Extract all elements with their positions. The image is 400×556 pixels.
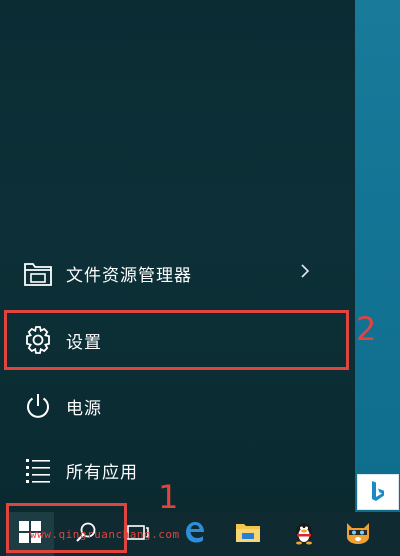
taskbar-file-explorer-button[interactable]: [224, 512, 272, 556]
qq-penguin-icon: [292, 519, 316, 549]
start-item-power-label: 电源: [66, 398, 102, 419]
step-2-label: 2: [356, 310, 377, 348]
file-explorer-icon: [235, 521, 261, 547]
bing-icon: [372, 481, 384, 501]
settings-highlight-box: [4, 310, 349, 370]
start-item-file-explorer[interactable]: 文件资源管理器: [0, 245, 350, 301]
power-icon: [22, 390, 54, 422]
start-item-all-apps-label: 所有应用: [66, 462, 138, 483]
step-1-label: 1: [158, 478, 179, 516]
start-item-file-explorer-label: 文件资源管理器: [66, 265, 192, 286]
cat-app-icon: [344, 519, 372, 549]
taskbar-cat-app-button[interactable]: [334, 512, 382, 556]
start-search-highlight-box: [6, 503, 127, 553]
edge-icon: [182, 520, 206, 548]
taskbar-qq-button[interactable]: [280, 512, 328, 556]
bing-tile[interactable]: [357, 474, 399, 510]
start-item-power[interactable]: 电源: [0, 378, 350, 434]
chevron-right-icon[interactable]: [300, 263, 310, 283]
all-apps-icon: [22, 454, 54, 486]
start-tile-area: [355, 0, 400, 512]
file-explorer-icon: [22, 257, 54, 289]
